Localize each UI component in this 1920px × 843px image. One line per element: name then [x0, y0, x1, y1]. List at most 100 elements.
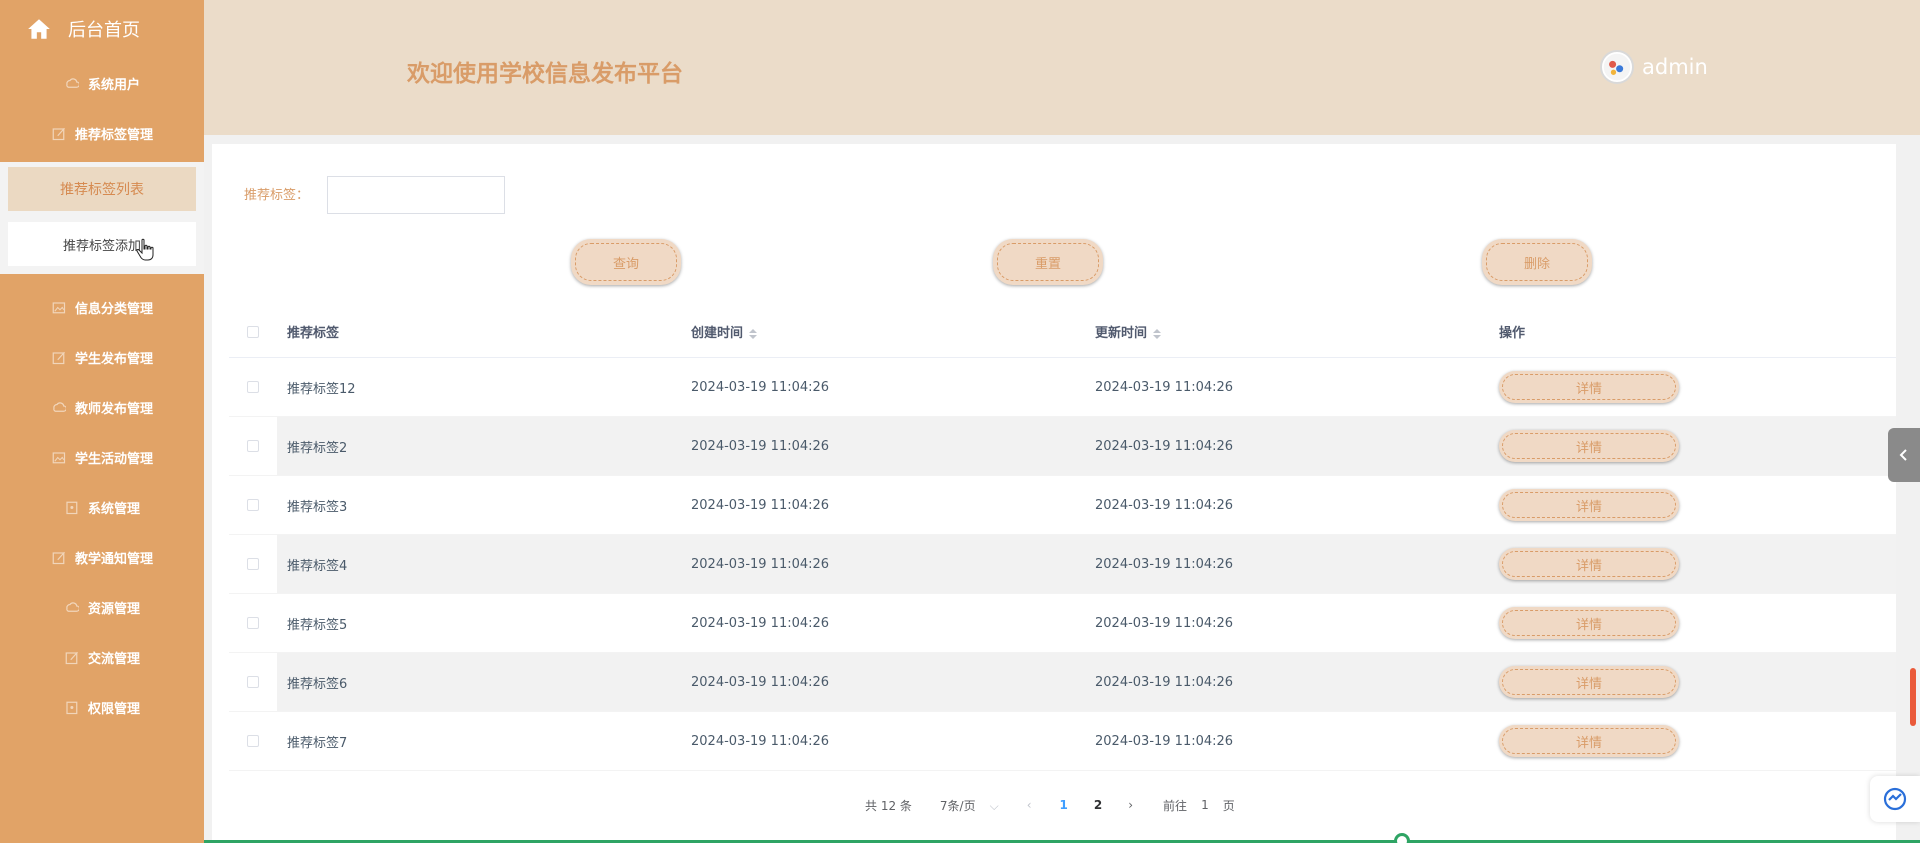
- image-icon: [52, 451, 66, 463]
- cell-created: 2024-03-19 11:04:26: [691, 615, 830, 631]
- assistant-icon: [1883, 787, 1907, 811]
- sidebar-item[interactable]: 信息分类管理: [0, 282, 204, 332]
- tag-search-input[interactable]: [327, 176, 505, 214]
- table-row: 推荐标签2 2024-03-19 11:04:26 2024-03-19 11:04…: [229, 417, 1896, 476]
- detail-button-label: 详情: [1575, 499, 1602, 515]
- sidebar-item[interactable]: 系统用户: [0, 58, 204, 108]
- chevron-left-icon: [1899, 449, 1907, 461]
- sidebar-item-label: 权限管理: [87, 701, 140, 717]
- submenu-item-label: 推荐标签列表: [60, 182, 144, 198]
- sidebar-item-label: 教师发布管理: [74, 401, 153, 417]
- detail-button-label: 详情: [1575, 440, 1602, 456]
- cell-updated: 2024-03-19 11:04:26: [1095, 438, 1234, 454]
- sidebar-item[interactable]: 系统管理: [0, 482, 204, 532]
- detail-button[interactable]: 详情: [1499, 666, 1679, 698]
- cell-created: 2024-03-19 11:04:26: [691, 379, 830, 395]
- edit-icon: [52, 127, 65, 140]
- delete-button[interactable]: 删除: [1482, 239, 1592, 285]
- sidebar: 后台首页 系统用户 推荐标签管理 推荐标签列表 推荐标签添加 信息分类管理 学生发布…: [0, 0, 204, 843]
- sidebar-item[interactable]: 教师发布管理: [0, 382, 204, 432]
- sidebar-item[interactable]: 推荐标签管理: [0, 108, 204, 158]
- column-header-tag: 推荐标签: [287, 326, 340, 341]
- user-menu[interactable]: admin: [1600, 50, 1708, 84]
- table-row: 推荐标签3 2024-03-19 11:04:26 2024-03-19 11:04…: [229, 476, 1896, 535]
- submenu-item-tag-list[interactable]: 推荐标签列表: [8, 167, 196, 211]
- page-1-button[interactable]: 1: [1060, 798, 1068, 812]
- cloud-icon: [66, 601, 79, 612]
- row-checkbox[interactable]: [247, 499, 259, 511]
- detail-button[interactable]: 详情: [1499, 548, 1679, 580]
- row-checkbox[interactable]: [247, 558, 259, 570]
- table-body: 推荐标签12 2024-03-19 11:04:26 2024-03-19 11:0…: [229, 358, 1896, 771]
- sidebar-home[interactable]: 后台首页: [0, 0, 204, 58]
- pagination: 共 12 条 7条/页 ⌵ ‹ 1 2 › 前往 1 页: [865, 795, 1235, 815]
- detail-button[interactable]: 详情: [1499, 371, 1679, 403]
- sort-icon[interactable]: [749, 328, 758, 340]
- table-header: 推荐标签 创建时间 更新时间 操作: [229, 306, 1896, 358]
- sidebar-item[interactable]: 资源管理: [0, 582, 204, 632]
- cell-updated: 2024-03-19 11:04:26: [1095, 733, 1234, 749]
- cell-created: 2024-03-19 11:04:26: [691, 438, 830, 454]
- detail-button-label: 详情: [1575, 558, 1602, 574]
- hand-cursor-icon: [136, 238, 154, 261]
- username: admin: [1642, 55, 1708, 79]
- detail-button[interactable]: 详情: [1499, 430, 1679, 462]
- collapse-panel-button[interactable]: [1888, 428, 1920, 482]
- sidebar-item[interactable]: 学生发布管理: [0, 332, 204, 382]
- table-row: 推荐标签7 2024-03-19 11:04:26 2024-03-19 11:04…: [229, 712, 1896, 771]
- reset-button[interactable]: 重置: [993, 239, 1103, 285]
- row-checkbox[interactable]: [247, 735, 259, 747]
- cell-updated: 2024-03-19 11:04:26: [1095, 497, 1234, 513]
- shield-icon: [66, 501, 78, 514]
- scroll-indicator: [1910, 668, 1916, 726]
- detail-button[interactable]: 详情: [1499, 607, 1679, 639]
- page-2-button[interactable]: 2: [1094, 798, 1102, 812]
- sidebar-item[interactable]: 权限管理: [0, 682, 204, 732]
- cell-tag: 推荐标签4: [287, 558, 348, 574]
- column-header-actions: 操作: [1499, 326, 1526, 341]
- prev-page-button[interactable]: ‹: [1027, 798, 1032, 812]
- reset-button-label: 重置: [1034, 256, 1061, 272]
- detail-button[interactable]: 详情: [1499, 725, 1679, 757]
- assistant-float-button[interactable]: [1870, 776, 1920, 822]
- data-table: 推荐标签 创建时间 更新时间 操作 推荐标签12 2024-03-19 11:04…: [229, 306, 1896, 771]
- page-size-select[interactable]: 7条/页 ⌵: [940, 797, 999, 814]
- cell-created: 2024-03-19 11:04:26: [691, 497, 830, 513]
- table-row: 推荐标签4 2024-03-19 11:04:26 2024-03-19 11:04…: [229, 535, 1896, 594]
- row-checkbox[interactable]: [247, 617, 259, 629]
- cell-updated: 2024-03-19 11:04:26: [1095, 674, 1234, 690]
- table-row: 推荐标签6 2024-03-19 11:04:26 2024-03-19 11:04…: [229, 653, 1896, 712]
- query-button[interactable]: 查询: [571, 239, 681, 285]
- main-content: 推荐标签： 查询 重置 删除 推荐标签 创建时间 更新时间 操作 推荐标签12 2…: [212, 144, 1896, 843]
- row-checkbox[interactable]: [247, 440, 259, 452]
- detail-button-label: 详情: [1575, 735, 1602, 751]
- cell-tag: 推荐标签7: [287, 735, 348, 751]
- column-header-updated[interactable]: 更新时间: [1085, 322, 1489, 341]
- goto-page-input[interactable]: 1: [1201, 798, 1209, 812]
- column-header-updated-label: 更新时间: [1095, 326, 1148, 341]
- detail-button[interactable]: 详情: [1499, 489, 1679, 521]
- cell-tag: 推荐标签3: [287, 499, 348, 515]
- sidebar-item-label: 教学通知管理: [74, 551, 153, 567]
- submenu-item-tag-add[interactable]: 推荐标签添加: [8, 222, 196, 266]
- row-checkbox[interactable]: [247, 381, 259, 393]
- chevron-down-icon: ⌵: [989, 798, 999, 813]
- next-page-button[interactable]: ›: [1128, 798, 1133, 812]
- cell-tag: 推荐标签6: [287, 676, 348, 692]
- table-row: 推荐标签5 2024-03-19 11:04:26 2024-03-19 11:04…: [229, 594, 1896, 653]
- row-checkbox[interactable]: [247, 676, 259, 688]
- progress-handle[interactable]: [1394, 833, 1410, 843]
- avatar[interactable]: [1600, 50, 1634, 84]
- column-header-created[interactable]: 创建时间: [681, 322, 1085, 341]
- select-all-checkbox[interactable]: [247, 325, 259, 338]
- detail-button-label: 详情: [1575, 617, 1602, 633]
- sidebar-item[interactable]: 学生活动管理: [0, 432, 204, 482]
- image-icon: [52, 301, 66, 313]
- sidebar-item[interactable]: 交流管理: [0, 632, 204, 682]
- sidebar-item[interactable]: 教学通知管理: [0, 532, 204, 582]
- sidebar-submenu: 推荐标签列表 推荐标签添加: [0, 162, 204, 274]
- sort-icon[interactable]: [1153, 328, 1162, 340]
- column-header-created-label: 创建时间: [691, 326, 744, 341]
- cell-created: 2024-03-19 11:04:26: [691, 556, 830, 572]
- sidebar-item-label: 交流管理: [87, 651, 140, 667]
